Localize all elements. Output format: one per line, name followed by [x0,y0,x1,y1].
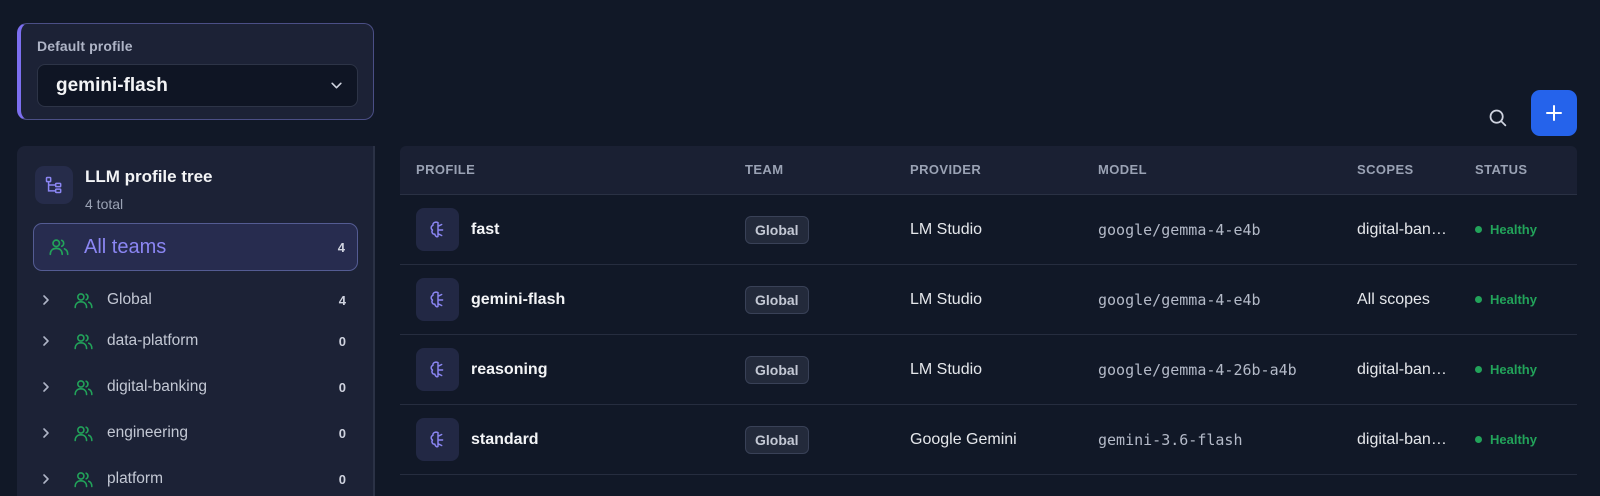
users-icon [49,239,69,256]
users-icon [74,292,93,308]
add-profile-button[interactable] [1531,90,1577,136]
profile-name[interactable]: fast [471,221,499,239]
profile-name[interactable]: gemini-flash [471,291,565,309]
status-dot-icon [1475,366,1482,373]
tree-item-count: 4 [338,292,346,308]
scopes-cell: digital-banking [1357,360,1449,378]
table-header: PROFILE TEAM PROVIDER MODEL SCOPES STATU… [400,146,1577,195]
status-label: Healthy [1490,292,1537,307]
status-label: Healthy [1490,432,1537,447]
chevron-right-icon[interactable] [39,293,53,307]
provider-cell: Google Gemini [910,430,1017,448]
table-row[interactable]: fast Global LM Studio google/gemma-4-e4b… [400,195,1577,265]
status-dot-icon [1475,296,1482,303]
default-profile-select[interactable]: gemini-flash [37,64,358,107]
tree-item-label: Global [107,291,152,308]
search-icon [1489,109,1506,126]
users-icon [74,471,93,487]
all-teams-item[interactable]: All teams 4 [33,223,358,271]
status-label: Healthy [1490,222,1537,237]
scopes-cell: All scopes [1357,290,1430,308]
profile-tree-panel: LLM profile tree 4 total All teams 4 Glo… [17,146,375,496]
team-badge: Global [745,425,809,454]
column-header-team[interactable]: TEAM [745,146,783,194]
scopes-cell: digital-banking [1357,430,1449,448]
tree-item-label: engineering [107,424,189,441]
model-cell: google/gemma-4-e4b [1098,220,1261,239]
all-teams-count: 4 [337,239,345,255]
tree-item-label: platform [107,470,163,487]
tree-item-count: 0 [338,471,346,487]
chevron-right-icon[interactable] [39,472,53,486]
tree-item-label: data-platform [107,332,199,349]
users-icon [74,333,93,349]
tree-item-count: 0 [338,425,346,441]
default-profile-label: Default profile [37,38,133,54]
tree-item-global[interactable]: Global 4 [17,280,375,320]
profiles-table: PROFILE TEAM PROVIDER MODEL SCOPES STATU… [400,146,1577,496]
chevron-right-icon[interactable] [39,380,53,394]
tree-subtitle: 4 total [85,196,124,212]
team-badge: Global [745,285,809,314]
chevron-right-icon[interactable] [39,334,53,348]
tree-structure-icon [35,166,73,204]
table-row[interactable]: reasoning Global LM Studio google/gemma-… [400,335,1577,405]
search-button[interactable] [1478,98,1516,136]
column-header-profile[interactable]: PROFILE [416,146,475,194]
tree-item-digital-banking[interactable]: digital-banking 0 [17,367,375,407]
model-cell: gemini-3.6-flash [1098,430,1243,449]
column-header-status[interactable]: STATUS [1475,146,1527,194]
tree-item-label: digital-banking [107,378,207,395]
scopes-cell: digital-banking [1357,220,1449,238]
status-badge: Healthy [1475,292,1537,307]
tree-item-platform[interactable]: platform 0 [17,459,375,496]
model-cell: google/gemma-4-26b-a4b [1098,360,1297,379]
team-badge: Global [745,215,809,244]
status-badge: Healthy [1475,432,1537,447]
tree-item-data-platform[interactable]: data-platform 0 [17,321,375,361]
status-label: Healthy [1490,362,1537,377]
default-profile-card: Default profile gemini-flash [17,23,374,120]
plus-icon [1546,105,1562,121]
column-header-provider[interactable]: PROVIDER [910,146,981,194]
chevron-down-icon [331,82,342,89]
tree-item-engineering[interactable]: engineering 0 [17,413,375,453]
tree-item-count: 0 [338,379,346,395]
all-teams-label: All teams [84,235,167,258]
column-header-model[interactable]: MODEL [1098,146,1147,194]
provider-cell: LM Studio [910,220,983,238]
column-header-scopes[interactable]: SCOPES [1357,146,1414,194]
status-badge: Healthy [1475,222,1537,237]
tree-title: LLM profile tree [85,167,213,186]
table-row[interactable]: gemini-flash Global LM Studio google/gem… [400,265,1577,335]
status-badge: Healthy [1475,362,1537,377]
provider-cell: LM Studio [910,290,983,308]
team-badge: Global [745,355,809,384]
model-cell: google/gemma-4-e4b [1098,290,1261,309]
users-icon [74,379,93,395]
tree-item-count: 0 [338,333,346,349]
provider-cell: LM Studio [910,360,983,378]
users-icon [74,425,93,441]
default-profile-value: gemini-flash [56,74,168,96]
tree-header: LLM profile tree 4 total [35,166,213,212]
brain-icon [416,418,459,461]
brain-icon [416,278,459,321]
status-dot-icon [1475,226,1482,233]
status-dot-icon [1475,436,1482,443]
table-row[interactable]: standard Global Google Gemini gemini-3.6… [400,405,1577,475]
profile-name[interactable]: reasoning [471,361,547,379]
brain-icon [416,208,459,251]
profile-name[interactable]: standard [471,431,539,449]
chevron-right-icon[interactable] [39,426,53,440]
brain-icon [416,348,459,391]
